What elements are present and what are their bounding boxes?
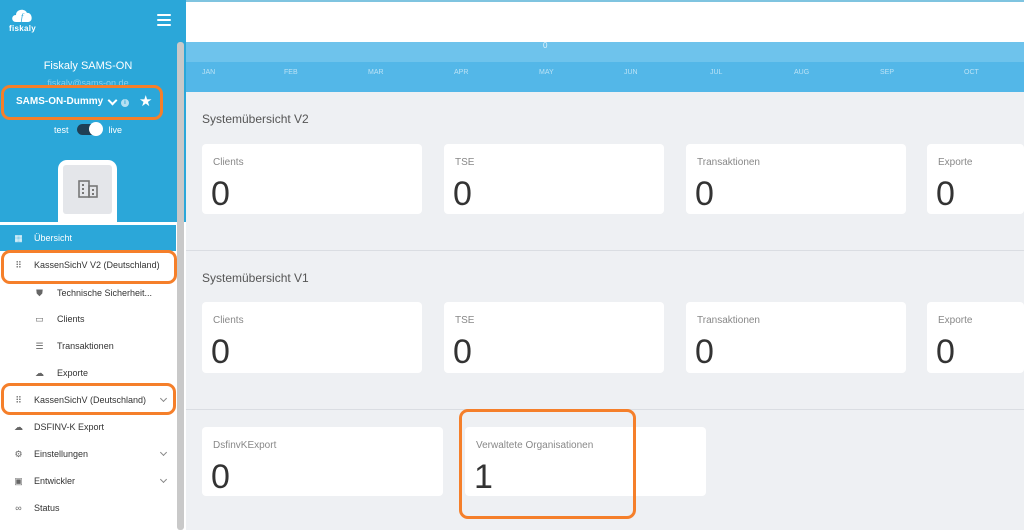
card-label: TSE — [455, 315, 475, 326]
list-icon: ☰ — [35, 340, 44, 351]
section-title-v2: Systemübersicht V2 — [202, 112, 309, 126]
nav-label: Technische Sicherheit... — [57, 288, 153, 298]
section-title-v1: Systemübersicht V1 — [202, 271, 309, 285]
hamburger-menu-icon[interactable] — [157, 14, 171, 26]
nav-item-dsfinvk-export[interactable]: ☁ DSFINV-K Export — [0, 414, 176, 440]
chevron-down-icon — [159, 448, 168, 457]
card-value: 0 — [211, 175, 230, 213]
organization-avatar-frame — [58, 160, 117, 222]
card-value: 0 — [211, 458, 230, 496]
top-bar — [186, 0, 1024, 42]
sidebar-scrollbar[interactable] — [177, 42, 184, 530]
stat-card-exports-v2[interactable]: Exporte 0 — [927, 144, 1024, 214]
environment-toggle[interactable] — [76, 122, 103, 136]
chart-month-label: MAY — [539, 69, 554, 76]
organization-avatar[interactable] — [63, 165, 112, 214]
laptop-icon: ▭ — [35, 313, 44, 324]
stat-card-clients-v1[interactable]: Clients 0 — [202, 302, 422, 373]
cloud-download-icon: ☁ — [14, 421, 23, 432]
nav-label: DSFINV-K Export — [34, 422, 105, 432]
nav-item-developer[interactable]: ▣ Entwickler — [0, 468, 176, 494]
chart-month-label: SEP — [880, 69, 895, 76]
nav-label: Entwickler — [34, 476, 76, 486]
org-select-highlight — [1, 85, 163, 120]
card-label: Clients — [213, 315, 244, 326]
stat-card-transactions-v1[interactable]: Transaktionen 0 — [686, 302, 906, 373]
card-value: 0 — [695, 175, 714, 213]
chart-month-label: MAR — [368, 69, 384, 76]
terminal-icon: ▣ — [14, 475, 23, 486]
card-label: Exporte — [938, 315, 973, 326]
nav-label: Clients — [57, 314, 85, 324]
toggle-label-live: live — [108, 124, 123, 135]
chart-zero-label: 0 — [543, 42, 548, 50]
logo-text: fiskaly — [9, 24, 37, 33]
managed-organizations-highlight — [459, 409, 636, 519]
environment-toggle-row: test live — [0, 122, 176, 136]
nav-item-settings[interactable]: ⚙ Einstellungen — [0, 441, 176, 467]
shield-icon: ⛊ — [36, 287, 43, 298]
card-label: Exporte — [938, 157, 973, 168]
nav-item-overview[interactable]: ▦ Übersicht — [0, 225, 176, 251]
card-label: TSE — [455, 157, 475, 168]
chart-month-label: APR — [454, 69, 469, 76]
toggle-label-test: test — [53, 124, 69, 135]
nav-item-status[interactable]: ∞ Status — [0, 495, 176, 521]
stat-card-clients-v2[interactable]: Clients 0 — [202, 144, 422, 214]
card-value: 0 — [936, 175, 955, 213]
stat-card-transactions-v2[interactable]: Transaktionen 0 — [686, 144, 906, 214]
chevron-down-icon — [159, 475, 168, 484]
cloud-icon: f — [12, 9, 32, 22]
card-value: 0 — [211, 333, 230, 371]
dashboard-icon: ▦ — [14, 232, 23, 243]
nav-label: Exporte — [57, 368, 89, 378]
chart-month-label: AUG — [794, 69, 810, 76]
nav-item-transactions[interactable]: ☰ Transaktionen — [0, 333, 176, 359]
kassensichv-v2-highlight — [1, 250, 177, 284]
nav-label: Transaktionen — [57, 341, 114, 351]
chart-month-label: OCT — [964, 69, 979, 76]
stat-card-tse-v2[interactable]: TSE 0 — [444, 144, 664, 214]
card-label: Transaktionen — [697, 157, 760, 168]
kassensichv-highlight — [1, 383, 176, 415]
card-value: 0 — [695, 333, 714, 371]
organization-name: Fiskaly SAMS-ON — [43, 60, 133, 72]
card-value: 0 — [453, 175, 472, 213]
stat-card-exports-v1[interactable]: Exporte 0 — [927, 302, 1024, 373]
link-icon: ∞ — [15, 503, 22, 513]
stat-card-dsfinvk-export[interactable]: DsfinvKExport 0 — [202, 427, 443, 496]
card-value: 0 — [936, 333, 955, 371]
nav-label: Einstellungen — [34, 449, 89, 459]
nav-item-clients[interactable]: ▭ Clients — [0, 306, 176, 332]
card-value: 0 — [453, 333, 472, 371]
cloud-download-icon: ☁ — [35, 367, 44, 378]
chart-month-label: JAN — [202, 69, 216, 76]
nav-label: Status — [34, 503, 60, 513]
nav-label: Übersicht — [34, 233, 73, 243]
sidebar: f fiskaly Fiskaly SAMS-ON fiskaly@sams-o… — [0, 0, 186, 530]
activity-chart: 0 JAN FEB MAR APR MAY JUN JUL AUG SEP OC… — [186, 42, 1024, 92]
chart-area-fill — [186, 42, 1024, 62]
chart-month-label: JUL — [710, 69, 723, 76]
nav-item-tse[interactable]: ⛊ Technische Sicherheit... — [0, 280, 176, 306]
gear-icon: ⚙ — [14, 448, 23, 459]
stat-card-tse-v1[interactable]: TSE 0 — [444, 302, 664, 373]
building-icon — [78, 180, 98, 198]
chart-month-label: FEB — [284, 69, 298, 76]
fiskaly-logo[interactable]: f fiskaly — [9, 7, 37, 35]
card-label: DsfinvKExport — [213, 440, 277, 451]
card-label: Transaktionen — [697, 315, 760, 326]
card-label: Clients — [213, 157, 244, 168]
chart-month-label: JUN — [624, 69, 638, 76]
section-divider — [186, 250, 1024, 251]
